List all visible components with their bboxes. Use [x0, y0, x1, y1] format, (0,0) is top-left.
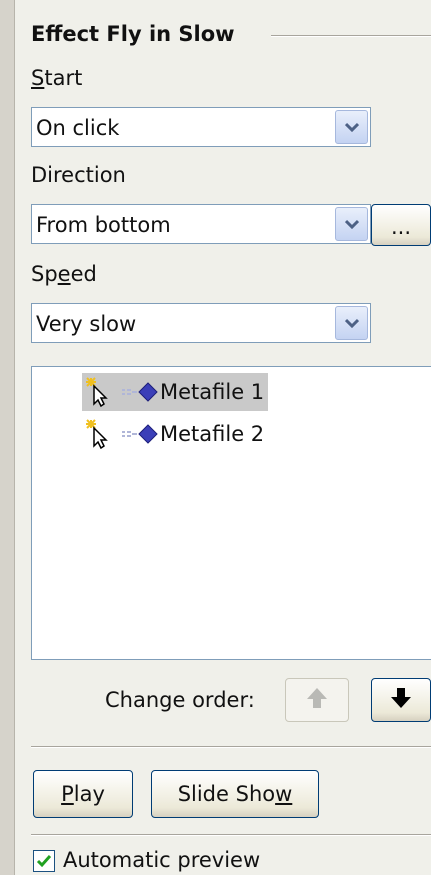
arrow-down-icon: [390, 686, 412, 715]
direction-select[interactable]: From bottom: [31, 204, 371, 244]
arrow-up-icon: [306, 686, 328, 715]
separator: [31, 746, 431, 748]
start-select[interactable]: On click: [31, 107, 371, 147]
speed-select[interactable]: Very slow: [31, 303, 371, 343]
speed-select-value: Very slow: [36, 312, 137, 336]
custom-animation-panel: Effect Fly in Slow Start On click Direct…: [15, 0, 431, 875]
list-item[interactable]: Metafile 2: [82, 415, 268, 453]
click-sparkle-pointer-icon: [82, 376, 116, 408]
slide-show-mnemonic: w: [275, 782, 293, 806]
list-item[interactable]: Metafile 1: [82, 373, 269, 411]
change-order-label: Change order:: [105, 688, 255, 712]
fly-in-diamond-icon: [120, 379, 160, 405]
speed-label-rest: ed: [70, 262, 97, 286]
fly-in-diamond-icon: [120, 421, 160, 447]
slide-show-button[interactable]: Slide Sho w: [151, 770, 319, 818]
slide-show-label-pre: Slide Sho: [177, 782, 276, 806]
effect-name: Metafile 1: [160, 380, 265, 404]
effects-list[interactable]: Metafile 1 Metafile 2: [31, 366, 431, 660]
play-label-rest: lay: [73, 782, 105, 806]
automatic-preview-checkbox[interactable]: [33, 850, 55, 872]
start-label-rest: tart: [44, 66, 83, 90]
start-mnemonic: S: [31, 66, 45, 90]
checkmark-icon: [36, 855, 52, 868]
speed-mnemonic: e: [57, 262, 71, 286]
automatic-preview-label: Automatic preview: [63, 848, 261, 872]
chevron-down-icon[interactable]: [335, 207, 368, 241]
direction-label: Direction: [31, 163, 126, 187]
options-button-label: ...: [390, 215, 412, 239]
separator: [31, 834, 431, 836]
panel-left-border: [0, 0, 15, 875]
start-select-value: On click: [36, 116, 120, 140]
play-button[interactable]: Play: [33, 770, 133, 818]
heading-rule: [271, 35, 431, 37]
chevron-down-icon[interactable]: [335, 110, 368, 144]
move-up-button[interactable]: [285, 678, 349, 722]
chevron-down-icon[interactable]: [335, 306, 368, 340]
click-sparkle-pointer-icon: [82, 418, 116, 450]
direction-select-value: From bottom: [36, 213, 171, 237]
start-label: Start: [31, 66, 82, 90]
effect-name: Metafile 2: [160, 422, 265, 446]
move-down-button[interactable]: [371, 678, 431, 722]
direction-options-button[interactable]: ...: [371, 204, 431, 246]
speed-label: Speed: [31, 262, 97, 286]
effect-heading: Effect Fly in Slow: [31, 22, 235, 46]
play-mnemonic: P: [61, 782, 74, 806]
speed-label-pre: Sp: [31, 262, 58, 286]
